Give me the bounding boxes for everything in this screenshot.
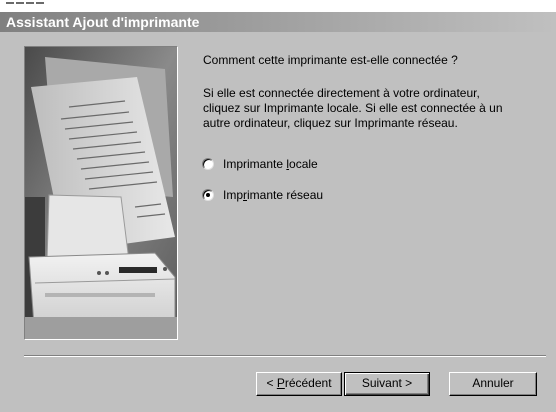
local-printer-label[interactable]: Imprimante locale	[223, 157, 318, 171]
strip-dash	[6, 2, 14, 4]
strip-dash	[36, 2, 44, 4]
connection-question: Comment cette imprimante est-elle connec…	[203, 53, 458, 67]
instructions-line: cliquez sur Imprimante locale. Si elle e…	[203, 101, 503, 115]
local-printer-radio[interactable]	[202, 158, 214, 170]
next-button[interactable]: Suivant >	[344, 372, 430, 396]
add-printer-wizard-window: Assistant Ajout d'imprimante Comment cet…	[0, 0, 556, 412]
window-title: Assistant Ajout d'imprimante	[6, 14, 200, 30]
top-strip	[0, 0, 556, 12]
cancel-button[interactable]: Annuler	[449, 372, 537, 396]
network-printer-option[interactable]: Imprimante réseau	[202, 187, 323, 203]
printer-with-documents-illustration-icon	[25, 47, 177, 339]
instructions-line: autre ordinateur, cliquez sur Imprimante…	[203, 116, 458, 130]
printer-illustration	[24, 46, 178, 340]
strip-dash	[16, 2, 24, 4]
back-button[interactable]: < Précédent	[256, 372, 342, 396]
strip-dash	[26, 2, 34, 4]
instructions-line: Si elle est connectée directement à votr…	[203, 86, 480, 100]
local-printer-option[interactable]: Imprimante locale	[202, 156, 318, 172]
network-printer-radio[interactable]	[202, 189, 214, 201]
network-printer-label[interactable]: Imprimante réseau	[223, 188, 323, 202]
button-separator	[24, 355, 546, 357]
title-bar[interactable]: Assistant Ajout d'imprimante	[0, 12, 556, 32]
instructions-paragraph: Si elle est connectée directement à votr…	[203, 86, 543, 131]
